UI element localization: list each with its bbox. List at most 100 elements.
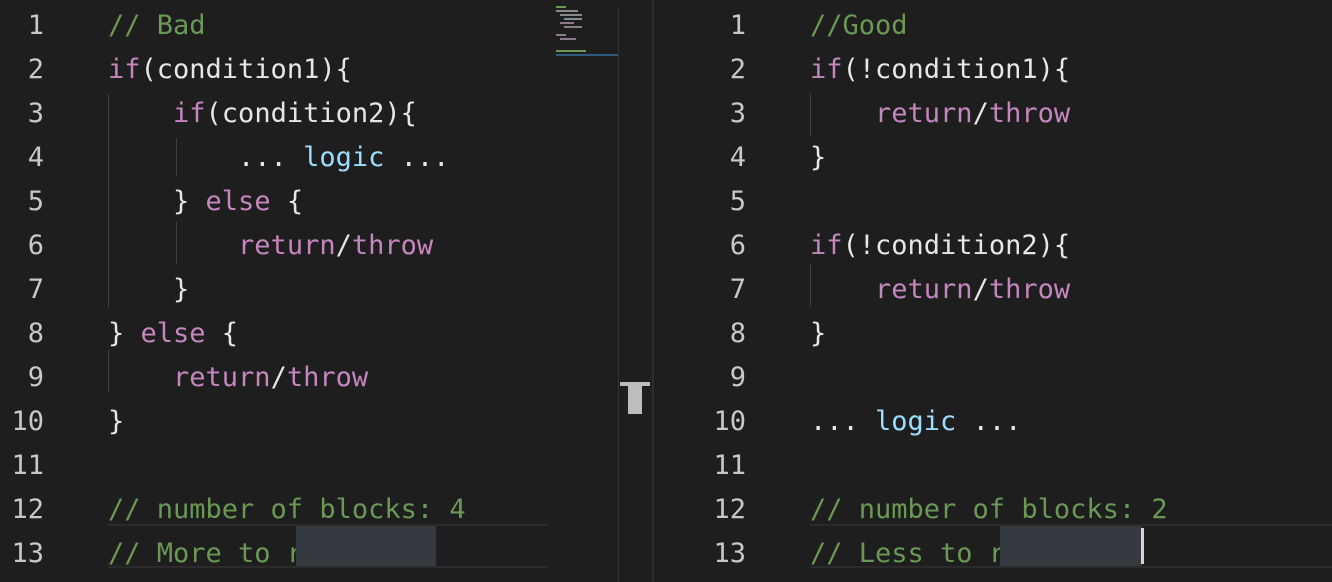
code-token: (condition1){ bbox=[140, 54, 352, 85]
code-text[interactable]: return/throw bbox=[108, 224, 433, 268]
code-token: else bbox=[205, 186, 271, 217]
code-line[interactable]: 9 bbox=[654, 356, 1332, 400]
code-line[interactable]: 2 if(!condition1){ bbox=[654, 48, 1332, 92]
code-line[interactable]: 1 // Bad bbox=[0, 4, 618, 48]
code-line[interactable]: 8} bbox=[654, 312, 1332, 356]
code-token: (condition2){ bbox=[205, 98, 417, 129]
code-line[interactable]: 10} bbox=[0, 400, 618, 444]
code-token: return bbox=[875, 98, 973, 129]
code-text[interactable]: return/throw bbox=[810, 92, 1070, 136]
code-text[interactable]: // Bad bbox=[108, 4, 206, 48]
code-token: return bbox=[173, 362, 271, 393]
right-editor-pane[interactable]: 1//Good 2 if(!condition1){3 return/throw 4}… bbox=[654, 0, 1332, 582]
text-cursor bbox=[1141, 528, 1144, 564]
code-line[interactable]: 1 //Good bbox=[654, 4, 1332, 48]
line-number: 11 bbox=[11, 450, 44, 481]
code-token: //Good bbox=[810, 10, 908, 41]
line-number: 2 bbox=[27, 54, 44, 85]
code-text[interactable]: ... logic ... bbox=[810, 400, 1021, 444]
code-text[interactable]: } else { bbox=[108, 312, 238, 356]
code-token: // number of blocks: 4 bbox=[108, 494, 466, 525]
minimap-line bbox=[560, 38, 576, 40]
minimap-line bbox=[556, 34, 566, 36]
minimap[interactable] bbox=[556, 6, 618, 58]
code-line[interactable]: 10... logic ... bbox=[654, 400, 1332, 444]
code-token: ... bbox=[108, 142, 304, 173]
code-token: logic bbox=[875, 406, 957, 437]
code-token: { bbox=[205, 318, 239, 349]
line-number: 5 bbox=[27, 186, 44, 217]
line-number: 6 bbox=[729, 230, 746, 261]
code-token: if bbox=[810, 54, 843, 85]
code-token: return bbox=[238, 230, 336, 261]
code-token: // Bad bbox=[108, 10, 206, 41]
code-token: throw bbox=[351, 230, 434, 261]
code-text[interactable]: ... logic ... bbox=[108, 136, 449, 180]
code-line[interactable]: 6 if(!condition2){ bbox=[654, 224, 1332, 268]
code-token: } bbox=[108, 406, 125, 437]
code-text[interactable]: if(condition2){ bbox=[108, 92, 417, 136]
code-text[interactable]: //Good bbox=[810, 4, 908, 48]
code-token: ... bbox=[384, 142, 450, 173]
word-highlight bbox=[1000, 526, 1142, 566]
code-line[interactable]: 2 if(condition1){ bbox=[0, 48, 618, 92]
line-number: 1 bbox=[729, 10, 746, 41]
code-line[interactable]: 7 return/throw bbox=[654, 268, 1332, 312]
code-line[interactable]: 8 } else { bbox=[0, 312, 618, 356]
word-highlight bbox=[296, 526, 436, 566]
scrollbar-position-marker-icon[interactable] bbox=[618, 382, 652, 416]
minimap-line bbox=[556, 6, 566, 8]
code-line[interactable]: 5 } else { bbox=[0, 180, 618, 224]
code-text[interactable]: } else { bbox=[108, 180, 303, 224]
code-line[interactable]: 4} bbox=[654, 136, 1332, 180]
line-number: 8 bbox=[27, 318, 44, 349]
code-token: / bbox=[972, 274, 989, 305]
code-token: } bbox=[108, 318, 141, 349]
code-text[interactable]: if(!condition1){ bbox=[810, 48, 1070, 92]
vertical-scrollbar[interactable] bbox=[618, 6, 652, 582]
line-number: 7 bbox=[729, 274, 746, 305]
code-line[interactable]: 3 if(condition2){ bbox=[0, 92, 618, 136]
code-line[interactable]: 5 bbox=[654, 180, 1332, 224]
code-text[interactable]: } bbox=[108, 400, 124, 444]
code-token: ... bbox=[956, 406, 1022, 437]
code-text[interactable]: return/throw bbox=[810, 268, 1070, 312]
code-token: (!condition2){ bbox=[842, 230, 1071, 261]
code-token: } bbox=[108, 274, 190, 305]
code-text[interactable]: } bbox=[108, 268, 189, 312]
code-line[interactable]: 11 bbox=[0, 444, 618, 488]
code-text[interactable]: if(!condition2){ bbox=[810, 224, 1070, 268]
indent-guide bbox=[108, 94, 109, 308]
scroll-marker-stem bbox=[628, 386, 642, 414]
line-number: 12 bbox=[713, 494, 746, 525]
code-text[interactable]: if(condition1){ bbox=[108, 48, 352, 92]
code-token: if bbox=[173, 98, 206, 129]
code-token: / bbox=[972, 98, 989, 129]
code-line[interactable]: 11 bbox=[654, 444, 1332, 488]
code-token: if bbox=[810, 230, 843, 261]
code-line[interactable]: 9 return/throw bbox=[0, 356, 618, 400]
line-number: 9 bbox=[729, 362, 746, 393]
line-number: 5 bbox=[729, 186, 746, 217]
code-text[interactable]: } bbox=[810, 136, 826, 180]
code-token: if bbox=[108, 54, 141, 85]
left-editor-pane[interactable]: 1// Bad 2 if(condition1){3 if(condition2){… bbox=[0, 0, 618, 582]
line-number: 13 bbox=[11, 538, 44, 569]
minimap-line bbox=[556, 50, 586, 52]
code-line[interactable]: 4 ... logic ... bbox=[0, 136, 618, 180]
code-line[interactable]: 7 } bbox=[0, 268, 618, 312]
code-token: throw bbox=[988, 98, 1071, 129]
code-text[interactable]: return/throw bbox=[108, 356, 368, 400]
code-token: throw bbox=[286, 362, 369, 393]
code-line[interactable]: 6 return/throw bbox=[0, 224, 618, 268]
line-number: 8 bbox=[729, 318, 746, 349]
line-number: 3 bbox=[729, 98, 746, 129]
code-token: // number of blocks: 2 bbox=[810, 494, 1168, 525]
code-line[interactable]: 3 return/throw bbox=[654, 92, 1332, 136]
code-text[interactable]: } bbox=[810, 312, 826, 356]
